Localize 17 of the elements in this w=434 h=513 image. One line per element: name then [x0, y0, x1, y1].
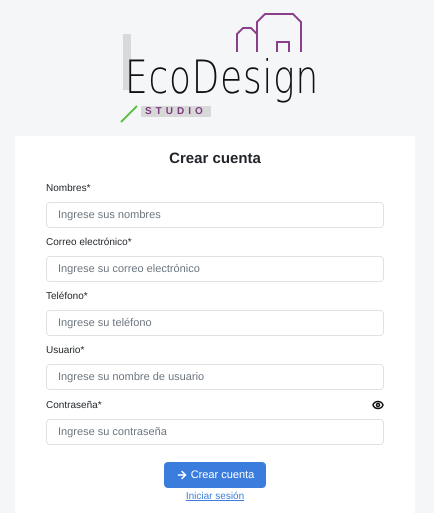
- field-label: Usuario*: [46, 345, 84, 356]
- field-label: Correo electrónico*: [46, 237, 132, 248]
- logo-tagline: STUDIO: [141, 106, 211, 117]
- input-field[interactable]: Ingrese sus nombres: [46, 202, 384, 228]
- input-field[interactable]: Ingrese su nombre de usuario: [46, 364, 384, 390]
- show-password-icon[interactable]: [372, 399, 384, 411]
- field-label: Nombres*: [46, 183, 90, 194]
- logo-text: EcoDesign: [125, 50, 320, 104]
- form-title: Crear cuenta: [168, 150, 262, 167]
- input-field[interactable]: Ingrese su correo electrónico: [46, 256, 384, 282]
- input-field[interactable]: Ingrese su contraseña: [46, 419, 384, 445]
- field-label: Contraseña*: [46, 400, 102, 410]
- field-label: Teléfono*: [46, 291, 88, 302]
- login-link[interactable]: Iniciar sesión: [186, 491, 244, 502]
- arrow-right-icon: [176, 469, 188, 481]
- submit-button[interactable]: Crear cuenta: [164, 462, 266, 488]
- input-field[interactable]: Ingrese su teléfono: [46, 310, 384, 336]
